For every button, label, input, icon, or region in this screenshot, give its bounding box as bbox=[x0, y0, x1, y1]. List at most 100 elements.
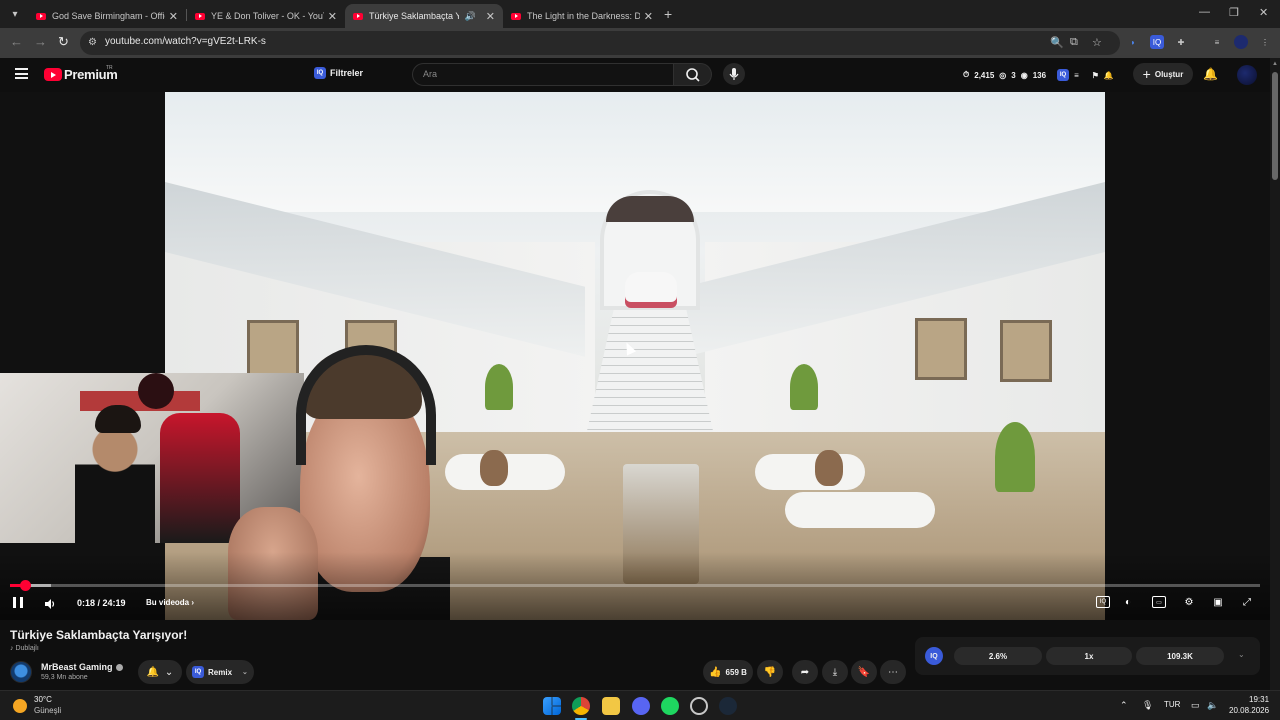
iq-stat-speed[interactable]: 1x bbox=[1046, 647, 1132, 665]
remix-button[interactable]: IQ Remix ⌄ bbox=[186, 660, 254, 684]
iq-extension-icon[interactable]: IQ bbox=[1150, 35, 1164, 49]
app-icon[interactable] bbox=[690, 697, 708, 715]
volume-button[interactable] bbox=[44, 597, 56, 609]
like-button[interactable]: 👍 659 B bbox=[703, 660, 753, 684]
chevron-down-icon[interactable]: ⌄ bbox=[1238, 650, 1245, 659]
search-input[interactable]: Ara bbox=[412, 63, 674, 86]
bookmark-star-icon[interactable]: ☆ bbox=[1092, 36, 1102, 49]
voice-search-button[interactable] bbox=[723, 63, 745, 85]
iq-stat-percent[interactable]: 2.6% bbox=[954, 647, 1042, 665]
file-explorer-icon[interactable] bbox=[602, 697, 620, 715]
more-actions-button[interactable]: ⋯ bbox=[880, 660, 906, 684]
browser-tab[interactable]: YE & Don Toliver - OK - YouTube ✕ bbox=[187, 4, 345, 28]
discord-icon[interactable] bbox=[632, 697, 650, 715]
browser-tab[interactable]: God Save Birmingham - Official ✕ bbox=[28, 4, 186, 28]
notify-small-icon[interactable]: 🔔 bbox=[1104, 71, 1114, 80]
save-button[interactable]: 🔖 bbox=[851, 660, 877, 684]
dislike-button[interactable]: 👎 bbox=[757, 660, 783, 684]
tab-search-button[interactable]: ▾ bbox=[6, 5, 24, 23]
share-button[interactable]: ➦ bbox=[792, 660, 818, 684]
create-button[interactable]: + Oluştur bbox=[1133, 63, 1193, 85]
tab-audio-icon[interactable]: 🔊 bbox=[465, 11, 476, 22]
close-window-icon[interactable]: ✕ bbox=[1259, 6, 1268, 19]
scroll-up-arrow-icon[interactable]: ▲ bbox=[1272, 61, 1278, 67]
autoplay-toggle-icon[interactable]: ◐ bbox=[1121, 596, 1135, 608]
close-tab-icon[interactable]: ✕ bbox=[486, 10, 495, 23]
video-title: Türkiye Saklambaçta Yarışıyor! bbox=[10, 628, 188, 642]
more-menu-icon[interactable]: ⋮ bbox=[1258, 35, 1272, 49]
subtitles-icon[interactable]: ▭ bbox=[1152, 596, 1166, 608]
install-app-icon[interactable]: ⧉ bbox=[1070, 36, 1078, 49]
url-text[interactable]: youtube.com/watch?v=gVE2t-LRK-s bbox=[105, 36, 266, 47]
browser-tab[interactable]: The Light in the Darkness: Direc ✕ bbox=[503, 4, 661, 28]
progress-bar[interactable] bbox=[10, 580, 1260, 591]
menu-hamburger-icon[interactable] bbox=[15, 68, 28, 79]
minimize-window-icon[interactable]: — bbox=[1199, 6, 1210, 18]
network-icon[interactable]: ▭ bbox=[1191, 700, 1200, 711]
iq-icon[interactable]: IQ bbox=[1057, 69, 1070, 81]
alert-icon[interactable]: ⚑ bbox=[1092, 71, 1099, 80]
webcam-streamer-hair bbox=[95, 405, 141, 433]
new-tab-plus-icon[interactable]: + bbox=[664, 6, 672, 22]
volume-tray-icon[interactable]: 🔈 bbox=[1207, 700, 1218, 711]
video-vase bbox=[480, 450, 508, 486]
youtube-logo-icon[interactable] bbox=[44, 68, 62, 81]
profile-avatar-icon[interactable] bbox=[1234, 35, 1248, 49]
timecode: 0:18 / 24:19 bbox=[77, 598, 126, 608]
restore-window-icon[interactable]: ❐ bbox=[1229, 6, 1239, 19]
input-language[interactable]: TUR bbox=[1164, 700, 1180, 709]
subscription-bell-button[interactable]: 🔔 ⌄ bbox=[138, 660, 182, 684]
settings-gear-icon[interactable]: ⚙ bbox=[1182, 596, 1196, 608]
account-avatar[interactable] bbox=[1237, 65, 1257, 85]
site-info-icon[interactable]: ⚙ bbox=[88, 37, 100, 49]
weather-temperature[interactable]: 30°C bbox=[34, 695, 52, 704]
progress-scrubber-handle[interactable] bbox=[20, 580, 31, 591]
subscriber-count: 59,3 Mn abone bbox=[41, 674, 88, 681]
iq-badge-icon: IQ bbox=[314, 67, 326, 79]
spotify-icon[interactable] bbox=[661, 697, 679, 715]
search-button[interactable] bbox=[674, 63, 712, 86]
zoom-icon[interactable]: 🔍 bbox=[1050, 36, 1064, 49]
extensions-puzzle-icon[interactable]: ✚ bbox=[1174, 35, 1188, 49]
close-tab-icon[interactable]: ✕ bbox=[169, 10, 178, 23]
pause-button[interactable] bbox=[13, 597, 23, 608]
weather-condition[interactable]: Güneşli bbox=[34, 706, 61, 715]
page-scrollbar[interactable]: ▲ bbox=[1270, 58, 1280, 690]
reading-list-icon[interactable]: ≡ bbox=[1210, 35, 1224, 49]
iq-badge-icon: IQ bbox=[192, 666, 204, 678]
iq-logo-icon[interactable]: IQ bbox=[925, 647, 943, 665]
back-arrow-icon[interactable]: ← bbox=[10, 34, 23, 49]
video-player[interactable]: 0:18 / 24:19 Bu videoda › IQ ◐ ▭ ⚙ ▣ ⤢ bbox=[0, 92, 1270, 620]
miniplayer-icon[interactable]: ▣ bbox=[1211, 596, 1225, 608]
close-tab-icon[interactable]: ✕ bbox=[644, 10, 653, 23]
scrollbar-thumb[interactable] bbox=[1272, 72, 1278, 180]
weather-sun-icon[interactable] bbox=[13, 699, 27, 713]
fullscreen-icon[interactable]: ⤢ bbox=[1240, 596, 1254, 608]
in-this-video-button[interactable]: Bu videoda › bbox=[146, 598, 194, 607]
iq-stat-count[interactable]: 109.3K bbox=[1136, 647, 1224, 665]
download-button[interactable]: ⤓ bbox=[822, 660, 848, 684]
list-icon[interactable]: ≡ bbox=[1074, 71, 1079, 80]
extension-icon[interactable]: ◗ bbox=[1126, 35, 1140, 49]
clock-date[interactable]: 20.08.2026 bbox=[1229, 706, 1269, 715]
channel-name[interactable]: MrBeast Gaming bbox=[41, 662, 123, 672]
filters-label: Filtreler bbox=[330, 68, 364, 78]
filters-button[interactable]: IQ Filtreler bbox=[314, 67, 363, 79]
channel-avatar[interactable] bbox=[10, 661, 32, 683]
microphone-tray-icon[interactable]: 🎙 bbox=[1142, 700, 1153, 711]
iq-player-icon[interactable]: IQ bbox=[1096, 596, 1110, 608]
show-hidden-icons-chevron-icon[interactable]: ⌃ bbox=[1120, 700, 1128, 711]
close-tab-icon[interactable]: ✕ bbox=[328, 10, 337, 23]
forward-arrow-icon[interactable]: → bbox=[34, 34, 47, 49]
clock-time[interactable]: 19:31 bbox=[1249, 695, 1269, 704]
youtube-favicon-icon bbox=[36, 12, 46, 20]
extension-stats[interactable]: ⏱ 2,415 ◎ 3 ◉ 136 IQ ≡ ⚑ 🔔 bbox=[963, 69, 1119, 81]
steam-icon[interactable] bbox=[719, 697, 737, 715]
browser-tab-active[interactable]: Türkiye Saklambaçta Yarışıyo 🔊 ✕ bbox=[345, 4, 503, 28]
windows-start-icon[interactable] bbox=[543, 697, 561, 715]
chrome-taskbar-icon[interactable] bbox=[572, 697, 590, 715]
clock-icon: ⏱ bbox=[963, 70, 970, 79]
notifications-bell-icon[interactable]: 🔔 bbox=[1203, 67, 1218, 81]
reload-icon[interactable]: ↻ bbox=[58, 34, 69, 50]
address-bar[interactable]: ⚙ youtube.com/watch?v=gVE2t-LRK-s 🔍 ⧉ ☆ bbox=[80, 31, 1120, 55]
